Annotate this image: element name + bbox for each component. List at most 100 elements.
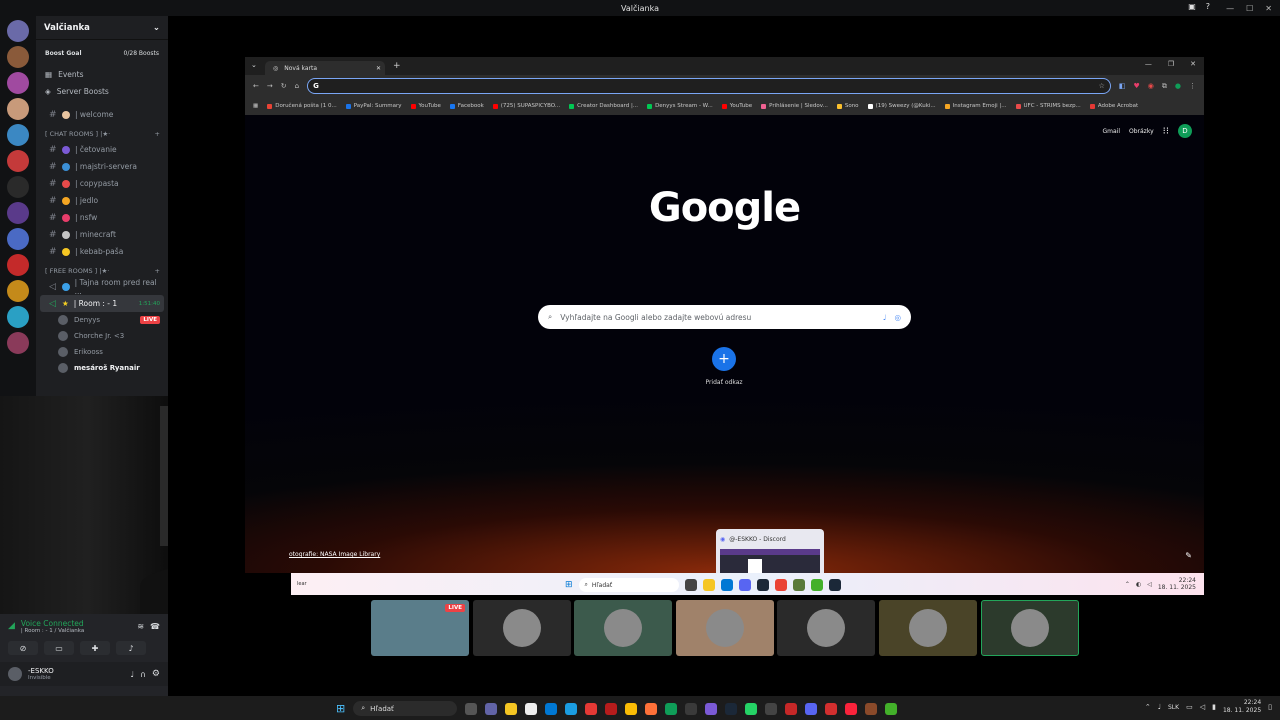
firefox-icon[interactable] [645,702,658,715]
app-icon[interactable] [865,702,878,715]
avatar[interactable] [8,667,22,681]
steam-icon[interactable] [725,702,738,715]
help-icon[interactable]: ? [1206,2,1210,11]
app-icon[interactable] [885,702,898,715]
account-avatar[interactable]: D [1178,124,1192,138]
tray-chevron-icon[interactable]: ⌃ [1145,703,1151,711]
participant-tile[interactable] [777,600,875,656]
bookmark-item[interactable]: (19) Sweezy (@Kuki... [867,103,936,109]
tab-search-icon[interactable]: ⌄ [251,61,257,69]
maximize-icon[interactable]: ☐ [1246,4,1253,13]
discord-icon[interactable] [805,702,818,715]
inner-search-box[interactable]: ⌕ Hľadať [578,578,679,592]
bookmark-star-icon[interactable]: ☆ [1099,82,1105,90]
bookmark-item[interactable]: YouTube [410,103,441,109]
minimize-icon[interactable]: — [1145,60,1152,68]
channel-item[interactable]: # | minecraft [40,226,164,243]
participant-tile[interactable] [879,600,977,656]
noise-suppression-icon[interactable]: ≋ [137,622,144,631]
extension-icon[interactable]: ♥ [1134,82,1140,90]
close-icon[interactable]: ✕ [1265,4,1272,13]
bookmark-item[interactable]: Sono [836,103,859,109]
minimize-icon[interactable]: — [1226,4,1234,13]
category-free-rooms[interactable]: [ FREE ROOMS ] |★· + [36,264,168,278]
bookmark-item[interactable]: Doručená pošta (1 0... [267,103,337,109]
customize-pencil-icon[interactable]: ✎ [1185,551,1192,560]
bookmark-item[interactable]: Denyys Stream - W... [647,103,713,109]
voice-user[interactable]: Denyys LIVE [36,312,168,328]
add-shortcut-button[interactable]: + [712,347,736,371]
discord-icon[interactable] [738,579,751,591]
store-icon[interactable] [720,579,733,591]
participant-tile[interactable] [574,600,672,656]
server-icon[interactable] [7,306,29,328]
network-icon[interactable]: ◐ [1136,581,1141,588]
bookmark-item[interactable]: Prihlásenie | Sledov... [761,103,828,109]
lens-icon[interactable]: ◎ [894,313,901,322]
voice-user[interactable]: Chorche Jr. <3 [36,328,168,344]
menu-dots-icon[interactable]: ⋮ [1189,82,1196,90]
server-icon[interactable] [7,228,29,250]
voice-location[interactable]: | Room : - 1 / Valčianka [21,628,131,634]
server-icon[interactable] [7,202,29,224]
language-indicator[interactable]: SLK [1168,704,1179,711]
taskview-icon[interactable] [684,579,697,591]
steam-icon[interactable] [828,579,841,591]
maximize-icon[interactable]: ❐ [1168,60,1174,68]
category-chat-rooms[interactable]: [ CHAT ROOMS ] |★· + [36,127,168,141]
bookmark-item[interactable]: PayPal: Summary [345,103,402,109]
steam-icon[interactable] [756,579,769,591]
opera-gx-icon[interactable] [605,702,618,715]
profile-icon[interactable]: ● [1175,82,1181,90]
channel-item[interactable]: # | majstri-servera [40,158,164,175]
apps-grid-icon[interactable]: ⁝⁝ [1163,126,1169,137]
bookmark-item[interactable]: (725) SUPASPICYBO... [492,103,560,109]
taskbar-search-box[interactable]: ⌕ Hľadať [353,701,458,716]
address-bar[interactable]: G ☆ [307,78,1111,94]
opera-icon[interactable] [585,702,598,715]
headphones-icon[interactable]: ∩ [140,670,146,679]
chrome-icon[interactable] [774,579,787,591]
extensions-puzzle-icon[interactable]: ⧉ [1162,82,1167,91]
inbox-icon[interactable]: ▣ [1188,2,1196,11]
volume-icon[interactable]: ◁ [1147,581,1152,588]
app-icon[interactable] [785,702,798,715]
bookmark-item[interactable]: Instagram Emoji |... [944,103,1007,109]
voice-user[interactable]: Erikooss [36,344,168,360]
server-icon[interactable] [7,332,29,354]
channel-item[interactable]: # | kebab-paša [40,243,164,260]
nav-events[interactable]: ▦ Events [36,66,168,83]
notifications-icon[interactable]: ▯ [1268,703,1272,711]
extension-icon[interactable]: ◧ [1119,82,1126,90]
soundboard-button[interactable]: ♪ [116,641,146,655]
photo-credit[interactable]: otografie: NASA Image Library [289,551,380,558]
taskview-icon[interactable] [465,702,478,715]
images-link[interactable]: Obrázky [1129,128,1154,135]
minecraft-icon[interactable] [792,579,805,591]
chrome-icon[interactable] [625,702,638,715]
activities-button[interactable]: ✚ [80,641,110,655]
bookmark-item[interactable]: YouTube [721,103,752,109]
back-icon[interactable]: ← [253,82,259,90]
bookmark-item[interactable]: Adobe Acrobat [1089,103,1138,109]
extension-icon[interactable]: ◉ [1148,82,1154,90]
username[interactable]: -ESKKO [28,667,124,675]
participant-tile[interactable]: LIVE [371,600,469,656]
participant-tile[interactable] [473,600,571,656]
channel-item[interactable]: # | četovanie [40,141,164,158]
whatsapp-icon[interactable] [745,702,758,715]
music-icon[interactable] [845,702,858,715]
channel-room-1[interactable]: ◁ ★ | Room : - 1 1:51:40 [40,295,164,312]
participant-tile[interactable] [676,600,774,656]
windows-start-icon[interactable]: ⊞ [565,580,573,590]
server-icon[interactable] [7,150,29,172]
windows-start-icon[interactable]: ⊞ [336,702,345,715]
server-header[interactable]: Valčianka ⌄ [36,16,168,40]
camera-button[interactable]: ⊘ [8,641,38,655]
server-icon[interactable] [7,176,29,198]
edge-icon[interactable] [665,702,678,715]
home-icon[interactable]: ⌂ [295,82,299,90]
nav-server-boosts[interactable]: ◈ Server Boosts [36,83,168,100]
server-icon[interactable] [7,98,29,120]
server-icon[interactable] [7,46,29,68]
